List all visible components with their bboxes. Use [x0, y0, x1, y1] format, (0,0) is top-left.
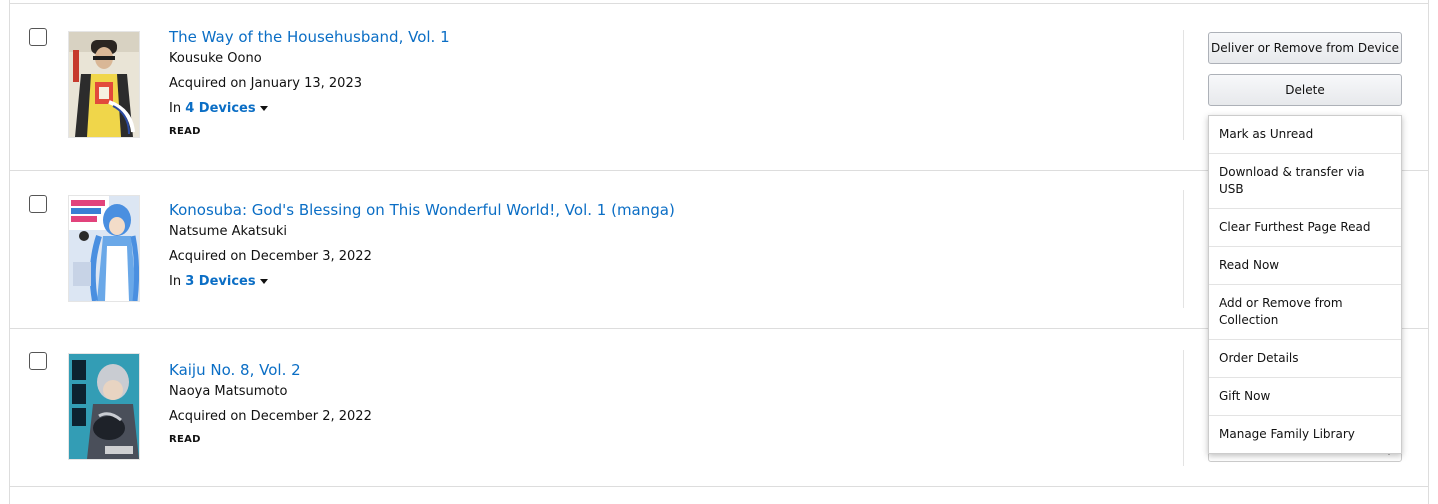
devices-count: 3 Devices: [185, 274, 256, 289]
deliver-or-remove-button[interactable]: Deliver or Remove from Device: [1208, 32, 1402, 64]
acquired-date: Acquired on January 13, 2023: [169, 76, 362, 91]
menu-item-read-now[interactable]: Read Now: [1209, 247, 1401, 285]
read-status-badge: READ: [169, 434, 201, 445]
devices-prefix: In: [169, 101, 182, 116]
devices-dropdown-link[interactable]: 4 Devices: [185, 101, 268, 116]
book-title-link[interactable]: Kaiju No. 8, Vol. 2: [169, 360, 301, 380]
menu-item-download-transfer-usb[interactable]: Download & transfer via USB: [1209, 154, 1401, 209]
delete-button[interactable]: Delete: [1208, 74, 1402, 106]
acquired-date: Acquired on December 3, 2022: [169, 249, 372, 264]
select-checkbox[interactable]: [29, 195, 47, 213]
devices-info: In 4 Devices: [169, 100, 268, 118]
menu-item-manage-family-library[interactable]: Manage Family Library: [1209, 416, 1401, 453]
caret-down-icon: [259, 279, 268, 284]
row-divider: [9, 486, 1429, 487]
book-cover-image[interactable]: [69, 196, 139, 301]
caret-down-icon: [259, 106, 268, 111]
menu-item-gift-now[interactable]: Gift Now: [1209, 378, 1401, 416]
devices-prefix: In: [169, 274, 182, 289]
devices-dropdown-link[interactable]: 3 Devices: [185, 274, 268, 289]
acquired-date: Acquired on December 2, 2022: [169, 409, 372, 424]
devices-info: In 3 Devices: [169, 273, 268, 291]
book-title-link[interactable]: Konosuba: God's Blessing on This Wonderf…: [169, 200, 675, 220]
book-author: Kousuke Oono: [169, 51, 262, 66]
menu-item-clear-furthest-page[interactable]: Clear Furthest Page Read: [1209, 209, 1401, 247]
select-checkbox[interactable]: [29, 352, 47, 370]
book-title-link[interactable]: The Way of the Househusband, Vol. 1: [169, 27, 450, 47]
column-separator: [1183, 350, 1184, 466]
more-actions-menu: Mark as Unread Download & transfer via U…: [1208, 115, 1402, 454]
menu-item-add-remove-collection[interactable]: Add or Remove from Collection: [1209, 285, 1401, 340]
row-divider: [9, 3, 1429, 4]
select-checkbox[interactable]: [29, 28, 47, 46]
book-cover-image[interactable]: [69, 354, 139, 459]
book-author: Natsume Akatsuki: [169, 224, 288, 239]
devices-count: 4 Devices: [185, 101, 256, 116]
menu-item-mark-as-unread[interactable]: Mark as Unread: [1209, 116, 1401, 154]
book-author: Naoya Matsumoto: [169, 384, 288, 399]
book-cover-image[interactable]: [69, 32, 139, 137]
menu-item-order-details[interactable]: Order Details: [1209, 340, 1401, 378]
read-status-badge: READ: [169, 126, 201, 137]
column-separator: [1183, 190, 1184, 308]
column-separator: [1183, 30, 1184, 140]
